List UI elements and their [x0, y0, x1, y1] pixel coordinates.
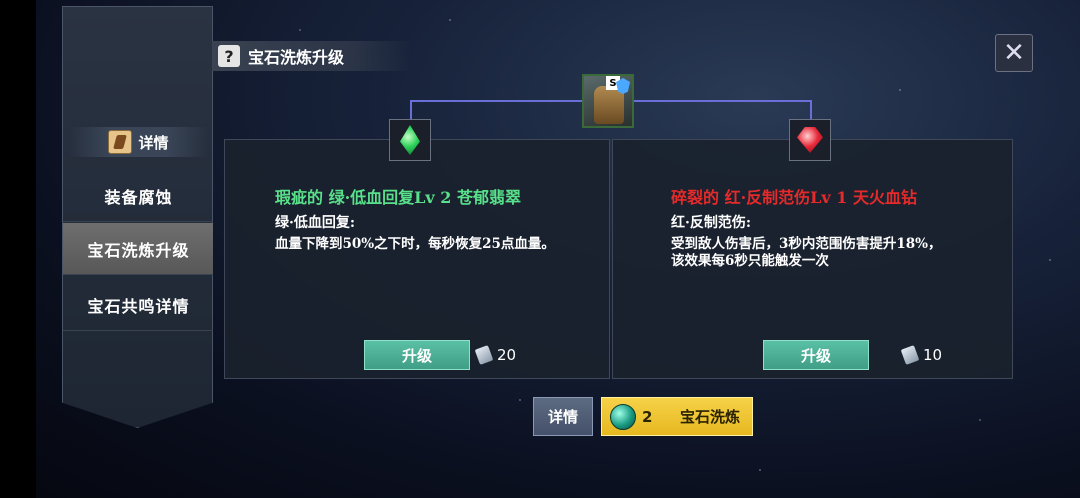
title-bar: ? 宝石洗炼升级: [212, 41, 412, 71]
sidebar-header: 详情: [69, 127, 208, 157]
upgrade-button[interactable]: 升级: [364, 340, 470, 370]
gem-name: 瑕疵的 绿·低血回复Lv 2 苍郁翡翠: [275, 188, 521, 207]
sidebar: 详情 装备腐蚀 宝石洗炼升级 宝石共鸣详情: [62, 6, 213, 428]
scroll-icon: [108, 130, 133, 154]
cost-value: 10: [923, 346, 943, 364]
help-icon[interactable]: ?: [218, 45, 240, 67]
upgrade-stone-icon: [900, 345, 920, 365]
sidebar-item-label: 宝石洗炼升级: [87, 240, 190, 260]
sidebar-item-gem-refine-upgrade[interactable]: 宝石洗炼升级: [63, 223, 213, 275]
sidebar-item-label: 装备腐蚀: [104, 187, 173, 207]
upgrade-cost: 20: [474, 345, 517, 365]
gem-refine-button[interactable]: 2 宝石洗炼: [601, 397, 753, 436]
refine-gem-icon: [610, 403, 636, 430]
armor-icon[interactable]: S: [582, 74, 634, 128]
red-gem-slot[interactable]: [789, 119, 831, 161]
upgrade-cost: 10: [900, 345, 943, 365]
cost-value: 20: [497, 346, 517, 364]
page-title: 宝石洗炼升级: [248, 48, 345, 67]
gem-description: 血量下降到50%之下时，每秒恢复25点血量。: [275, 236, 555, 252]
gem-description: 受到敌人伤害后，3秒内范围伤害提升18%，该效果每6秒只能触发一次: [671, 236, 942, 269]
upgrade-button[interactable]: 升级: [763, 340, 869, 370]
green-gem-icon: [400, 125, 420, 155]
sidebar-item-equipment-corrosion[interactable]: 装备腐蚀: [63, 170, 213, 222]
gem-panel-red: 碎裂的 红·反制范伤Lv 1 天火血钻 红·反制范伤: 受到敌人伤害后，3秒内范…: [612, 139, 1013, 379]
details-button[interactable]: 详情: [533, 397, 593, 436]
red-gem-icon: [797, 127, 823, 153]
gem-effect-title: 绿·低血回复:: [275, 215, 356, 231]
upgrade-stone-icon: [474, 345, 494, 365]
green-gem-slot[interactable]: [389, 119, 431, 161]
close-button[interactable]: ✕: [995, 34, 1033, 72]
sidebar-header-label: 详情: [138, 133, 169, 152]
refine-cost-count: 2: [642, 407, 653, 426]
sidebar-item-gem-resonance-details[interactable]: 宝石共鸣详情: [63, 279, 213, 331]
gem-name: 碎裂的 红·反制范伤Lv 1 天火血钻: [671, 188, 917, 207]
gem-effect-title: 红·反制范伤:: [671, 215, 752, 231]
gem-panel-green: 瑕疵的 绿·低血回复Lv 2 苍郁翡翠 绿·低血回复: 血量下降到50%之下时，…: [224, 139, 610, 379]
sidebar-item-label: 宝石共鸣详情: [87, 296, 190, 316]
screen-edge: [0, 0, 36, 498]
refine-button-label: 宝石洗炼: [680, 408, 741, 426]
